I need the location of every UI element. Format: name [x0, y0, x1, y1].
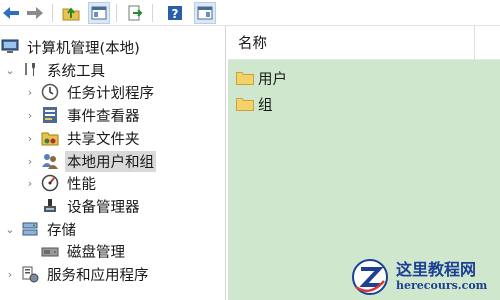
- tree-item-label: 设备管理器: [67, 199, 140, 216]
- chevron-right-icon[interactable]: ›: [24, 155, 36, 168]
- svg-text:?: ?: [172, 7, 179, 21]
- folder-icon: [236, 98, 254, 111]
- computer-icon: [0, 38, 20, 56]
- clock-icon: [40, 83, 60, 101]
- performance-icon: [40, 174, 60, 192]
- services-icon: [20, 265, 40, 283]
- tree-item-event-viewer[interactable]: › 事件查看器: [24, 104, 142, 126]
- forward-arrow-icon[interactable]: [24, 2, 46, 24]
- tree-item-shared-folders[interactable]: › 共享文件夹: [24, 127, 142, 149]
- action-pane-icon[interactable]: [194, 2, 216, 24]
- toolbar: ?: [0, 0, 500, 26]
- tree-item-label: 本地用户和组: [65, 150, 156, 172]
- help-icon[interactable]: ?: [164, 2, 186, 24]
- chevron-right-icon[interactable]: ›: [4, 268, 16, 281]
- chevron-right-icon[interactable]: ›: [24, 86, 36, 99]
- event-viewer-icon: [40, 106, 60, 124]
- chevron-right-icon[interactable]: ›: [24, 132, 36, 145]
- watermark-logo-icon: [352, 259, 388, 295]
- tree-item-label: 任务计划程序: [67, 85, 154, 102]
- tree-item-root[interactable]: 计算机管理(本地): [0, 36, 142, 58]
- tree-item-label: 共享文件夹: [67, 131, 140, 148]
- chevron-right-icon[interactable]: ›: [24, 177, 36, 190]
- column-header-name[interactable]: 名称: [228, 26, 500, 60]
- list-item-label: 组: [258, 97, 273, 114]
- tree-item-performance[interactable]: › 性能: [24, 172, 98, 194]
- console-tree-icon[interactable]: [88, 2, 110, 24]
- users-icon: [40, 152, 60, 170]
- device-manager-icon: [40, 197, 60, 215]
- tree-item-storage[interactable]: ⌄ 存储: [4, 218, 78, 240]
- shared-folder-icon: [40, 129, 60, 147]
- tree-item-label: 性能: [67, 176, 96, 193]
- back-arrow-icon[interactable]: [0, 2, 22, 24]
- console-tree[interactable]: 计算机管理(本地) ⌄ 系统工具 › 任务计划程序 › 事件查看器 › 共享文件…: [0, 26, 226, 300]
- tree-item-label: 计算机管理(本地): [27, 40, 140, 57]
- disk-icon: [40, 242, 60, 260]
- tree-item-disk-management[interactable]: 磁盘管理: [40, 240, 127, 262]
- watermark: 这里教程网 herecours.com: [350, 254, 500, 300]
- column-header-label: 名称: [238, 36, 267, 52]
- tree-item-label: 事件查看器: [67, 108, 140, 125]
- tree-item-device-manager[interactable]: 设备管理器: [40, 195, 142, 217]
- tree-item-system-tools[interactable]: ⌄ 系统工具: [4, 59, 107, 81]
- column-divider[interactable]: [474, 26, 475, 60]
- up-folder-icon[interactable]: [60, 2, 82, 24]
- list-item-label: 用户: [258, 71, 287, 88]
- tree-item-label: 服务和应用程序: [47, 267, 149, 284]
- storage-icon: [20, 220, 40, 238]
- tree-item-label: 系统工具: [47, 63, 105, 80]
- watermark-title: 这里教程网: [396, 260, 477, 279]
- chevron-right-icon[interactable]: ›: [24, 109, 36, 122]
- chevron-down-icon[interactable]: ⌄: [4, 64, 16, 77]
- list-item-users[interactable]: 用户: [236, 67, 287, 89]
- export-list-icon[interactable]: [124, 2, 146, 24]
- tree-item-label: 存储: [47, 222, 76, 239]
- tree-item-services-apps[interactable]: › 服务和应用程序: [4, 263, 151, 285]
- tree-item-label: 磁盘管理: [67, 244, 125, 261]
- folder-icon: [236, 72, 254, 85]
- tools-icon: [20, 61, 40, 79]
- list-item-groups[interactable]: 组: [236, 93, 273, 115]
- watermark-url: herecours.com: [396, 279, 488, 292]
- chevron-down-icon[interactable]: ⌄: [4, 223, 16, 236]
- tree-item-task-scheduler[interactable]: › 任务计划程序: [24, 81, 156, 103]
- tree-item-local-users-groups[interactable]: › 本地用户和组: [24, 150, 156, 172]
